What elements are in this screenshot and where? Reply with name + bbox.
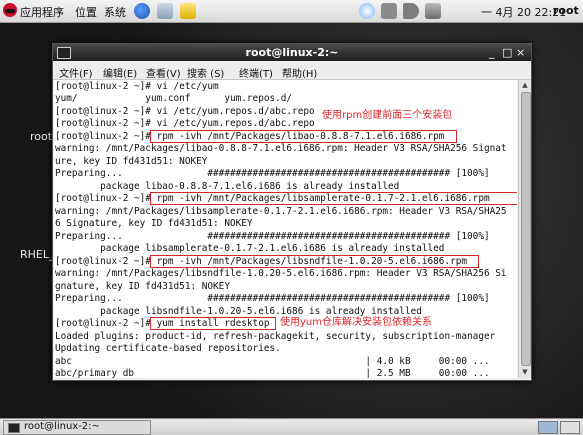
highlight-rpm-libsamplerate	[150, 192, 517, 205]
terminal-line: warning: /mnt/Packages/libao-0.8.8-7.1.e…	[55, 143, 507, 154]
scroll-up-arrow-icon[interactable]: ▲	[519, 80, 531, 90]
firefox-icon[interactable]	[134, 3, 150, 19]
window-menubar: 文件(F) 编辑(E) 查看(V) 搜索 (S) 终端(T) 帮助(H)	[53, 62, 531, 80]
maximize-button[interactable]: □	[502, 46, 512, 59]
top-panel: 应用程序 位置 系统 一 4月 20 22:21 root	[0, 0, 583, 23]
terminal-line: Preparing... ###########################…	[55, 231, 490, 242]
window-title: root@linux-2:~	[245, 46, 339, 59]
menu-system[interactable]: 系统	[104, 4, 126, 20]
menu-terminal[interactable]: 终端(T)	[239, 65, 273, 80]
workspace-2[interactable]	[560, 421, 580, 434]
workspace-1[interactable]	[538, 421, 558, 434]
terminal-line: [root@linux-2 ~]# vi /etc/yum.repos.d/ab…	[55, 118, 315, 129]
terminal-line: ure, key ID fd431d51: NOKEY	[55, 156, 208, 167]
terminal-line: [root@linux-2 ~]# vi /etc/yum.repos.d/ab…	[55, 106, 315, 117]
user-name[interactable]: root	[553, 4, 579, 17]
highlight-rpm-libsndfile	[150, 255, 479, 268]
terminal-line: abc/primary_db | 2.5 MB 00:00 ...	[55, 368, 490, 378]
menu-search[interactable]: 搜索 (S)	[187, 65, 224, 80]
window-titlebar[interactable]: root@linux-2:~ _ □ ×	[53, 44, 531, 61]
terminal-line: warning: /mnt/Packages/libsndfile-1.0.20…	[55, 268, 507, 279]
terminal-line: abc | 4.0 kB 00:00 ...	[55, 356, 490, 367]
annotation-rpm-note: 使用rpm创建前面三个安装包	[322, 110, 453, 123]
terminal-scrollbar[interactable]: ▲ ▼	[518, 80, 531, 378]
menu-places[interactable]: 位置	[75, 4, 97, 20]
terminal-output[interactable]: [root@linux-2 ~]# vi /etc/yum yum/ yum.c…	[54, 80, 517, 378]
desktop-icon-label-root[interactable]: root	[30, 130, 52, 143]
terminal-icon	[8, 423, 20, 433]
email-client-icon[interactable]	[157, 3, 173, 19]
terminal-line: package libsamplerate-0.1.7-2.1.el6.i686…	[55, 243, 445, 254]
taskbar-terminal-button[interactable]: root@linux-2:~	[3, 420, 151, 435]
menu-edit[interactable]: 编辑(E)	[103, 65, 137, 80]
desktop-icon-label-rhel[interactable]: RHEL_	[20, 248, 55, 261]
taskbar-terminal-label: root@linux-2:~	[24, 421, 100, 432]
terminal-line: Preparing... ###########################…	[55, 293, 490, 304]
scrollbar-thumb[interactable]	[521, 92, 531, 366]
redhat-logo-icon[interactable]	[3, 3, 17, 17]
terminal-line: Updating certificate-based repositories.	[55, 343, 281, 354]
highlight-yum-install	[150, 317, 276, 330]
terminal-line: 6 Signature, key ID fd431d51: NOKEY	[55, 218, 253, 229]
menu-applications[interactable]: 应用程序	[20, 4, 64, 20]
menu-help[interactable]: 帮助(H)	[282, 65, 317, 80]
menu-file[interactable]: 文件(F)	[59, 65, 93, 80]
highlight-rpm-libao	[150, 130, 457, 143]
scroll-down-arrow-icon[interactable]: ▼	[519, 367, 531, 377]
terminal-line: Loaded plugins: product-id, refresh-pack…	[55, 331, 496, 342]
menu-view[interactable]: 查看(V)	[146, 65, 181, 80]
update-icon[interactable]	[359, 3, 375, 19]
close-button[interactable]: ×	[516, 46, 525, 59]
terminal-line: warning: /mnt/Packages/libsamplerate-0.1…	[55, 206, 507, 217]
terminal-line: Preparing... ###########################…	[55, 168, 490, 179]
annotation-yum-note: 使用yum仓库解决安装包依赖关系	[280, 317, 432, 330]
terminal-line: gnature, key ID fd431d51: NOKEY	[55, 281, 230, 292]
bottom-taskbar: root@linux-2:~	[0, 418, 583, 435]
terminal-window: root@linux-2:~ _ □ × 文件(F) 编辑(E) 查看(V) 搜…	[52, 43, 532, 381]
notes-icon[interactable]	[180, 3, 196, 19]
terminal-line: yum/ yum.conf yum.repos.d/	[55, 93, 293, 104]
display-icon[interactable]	[425, 3, 441, 19]
minimize-button[interactable]: _	[489, 46, 495, 59]
network-icon[interactable]	[381, 3, 397, 19]
volume-icon[interactable]	[403, 3, 419, 19]
terminal-line: [root@linux-2 ~]# vi /etc/yum	[55, 81, 219, 92]
